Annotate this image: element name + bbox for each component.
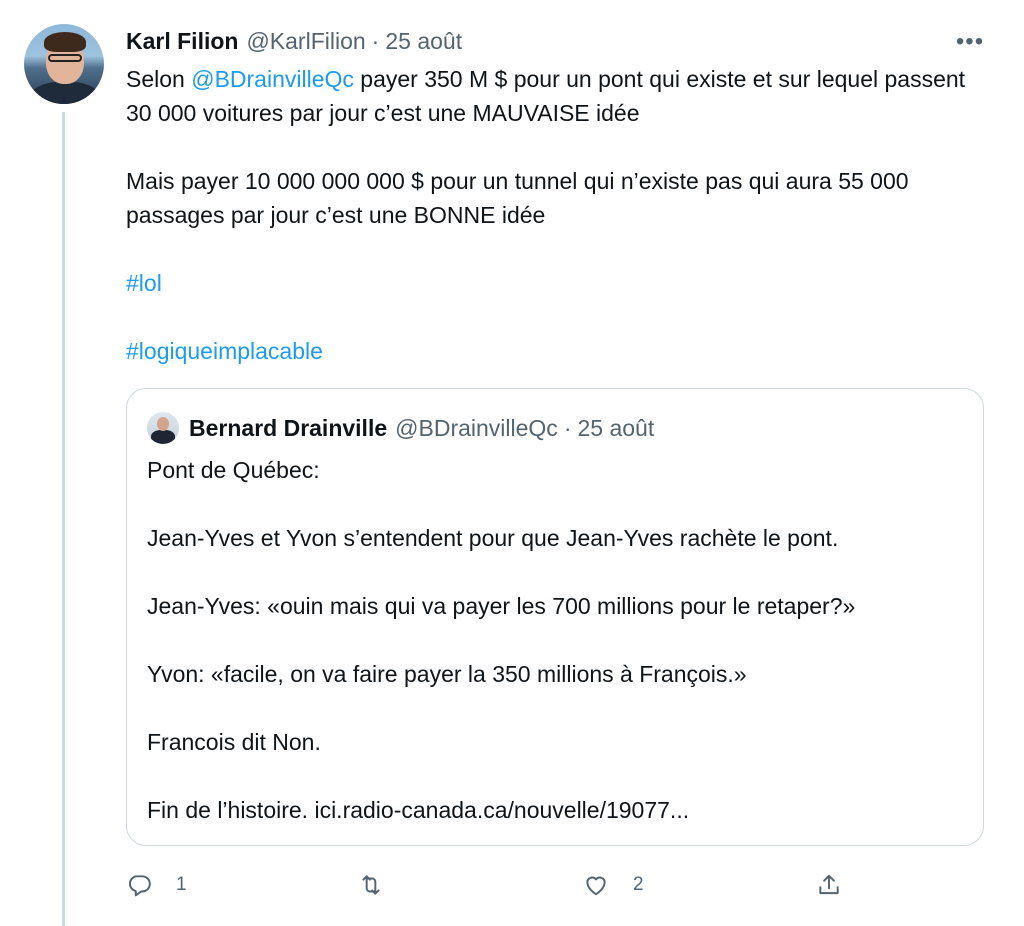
quoted-paragraph: Yvon: «facile, on va faire payer la 350 … [147,661,747,687]
tweet-paragraph: Selon @BDrainvilleQc payer 350 M $ pour … [126,62,996,130]
hashtag-link[interactable]: #logiqueimplacable [126,338,323,364]
reply-icon [126,872,152,898]
tweet-text: Selon @BDrainvilleQc payer 350 M $ pour … [126,62,996,368]
quoted-avatar [147,412,179,444]
like-count: 2 [633,874,644,895]
hashtag-link[interactable]: #lol [126,270,162,296]
quoted-tweet-date: 25 août [577,414,655,441]
author-handle[interactable]: @KarlFilion [246,28,365,55]
quoted-tweet[interactable]: Bernard Drainville @BDrainvilleQc · 25 a… [126,388,984,846]
author-name[interactable]: Karl Filion [126,28,238,55]
tweet-date[interactable]: 25 août [385,28,462,55]
quoted-paragraph: Francois dit Non. [147,729,321,755]
quoted-paragraph: Jean-Yves et Yvon s’entendent pour que J… [147,525,839,551]
quoted-paragraph: Fin de l’histoire. ici.radio-canada.ca/n… [147,797,690,823]
quoted-tweet-header: Bernard Drainville @BDrainvilleQc · 25 a… [147,412,655,444]
separator: · [371,27,380,54]
reply-button[interactable]: 1 [126,868,187,902]
quoted-paragraph: Jean-Yves: «ouin mais qui va payer les 7… [147,593,856,619]
quoted-tweet-text: Pont de Québec: Jean-Yves et Yvon s’ente… [147,453,967,827]
thread-line [62,112,65,926]
tweet-paragraph: Mais payer 10 000 000 000 $ pour un tunn… [126,168,909,228]
tweet-header: Karl Filion @KarlFilion · 25 août [126,26,462,56]
more-options-icon[interactable]: ••• [955,30,985,54]
text-segment: Selon [126,66,192,92]
action-bar: 1 2 [126,868,986,902]
share-button[interactable] [816,868,842,902]
like-button[interactable]: 2 [583,868,644,902]
heart-icon [583,872,609,898]
reply-count: 1 [176,874,187,895]
quoted-author-name: Bernard Drainville [189,414,388,441]
quoted-paragraph: Pont de Québec: [147,457,320,483]
quoted-author-handle: @BDrainvilleQc [395,414,558,441]
retweet-button[interactable] [358,868,384,902]
avatar[interactable] [24,24,104,104]
retweet-icon [358,872,384,898]
mention-link[interactable]: @BDrainvilleQc [191,66,354,92]
separator: · [563,414,572,441]
share-icon [816,872,842,898]
